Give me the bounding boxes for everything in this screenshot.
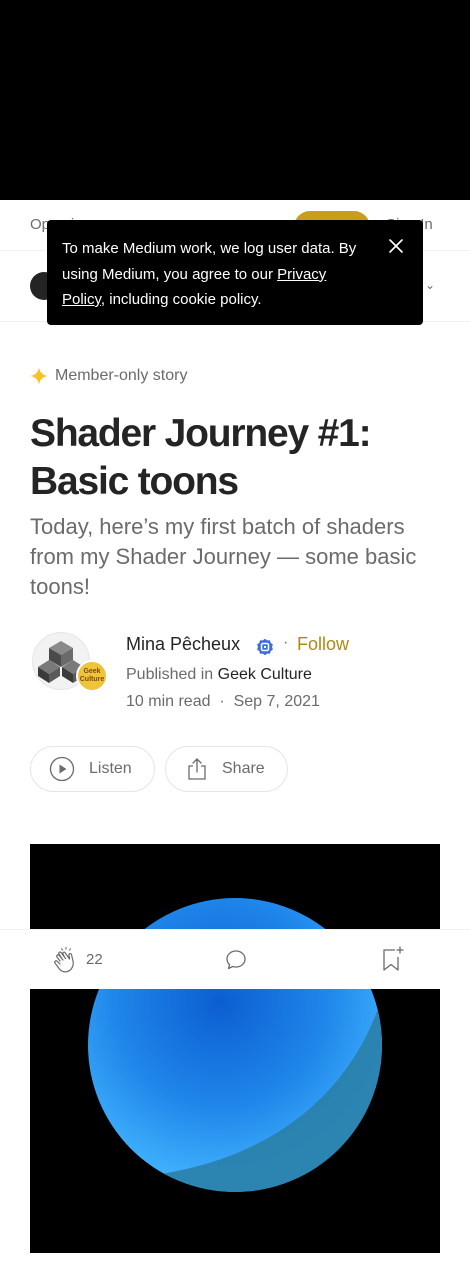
cookie-toast-text: To make Medium work, we log user data. B… bbox=[62, 240, 357, 308]
member-only-badge: Member-only story bbox=[30, 365, 187, 387]
clap-icon[interactable] bbox=[52, 947, 80, 975]
toon-sphere-image bbox=[88, 898, 382, 1192]
member-only-label: Member-only story bbox=[55, 367, 188, 384]
clap-count: 22 bbox=[86, 951, 103, 968]
article-title: Shader Journey #1: Basic toons bbox=[30, 412, 372, 503]
share-label: Share bbox=[222, 760, 265, 777]
article-meta: 10 min read · Sep 7, 2021 bbox=[126, 693, 320, 710]
verified-badge-icon bbox=[257, 638, 273, 656]
bottom-action-bar: 22 bbox=[0, 929, 470, 989]
author-block: Geek Culture Mina Pêcheux · Follow Publi… bbox=[30, 630, 450, 720]
comment-icon[interactable] bbox=[224, 948, 248, 972]
separator-dot: · bbox=[283, 634, 289, 651]
share-button[interactable]: Share bbox=[165, 746, 288, 792]
cookie-toast: To make Medium work, we log user data. B… bbox=[47, 220, 423, 325]
read-time: 10 min read bbox=[126, 693, 211, 710]
article-subtitle: Today, here’s my first batch of shaders … bbox=[30, 514, 417, 599]
publish-date: Sep 7, 2021 bbox=[233, 693, 320, 710]
publication-name-link[interactable]: Geek Culture bbox=[218, 666, 312, 683]
close-icon[interactable] bbox=[387, 237, 405, 255]
listen-label: Listen bbox=[89, 760, 132, 777]
share-icon bbox=[188, 758, 206, 780]
bookmark-add-icon[interactable] bbox=[380, 946, 404, 972]
published-in: Published in Geek Culture bbox=[126, 666, 312, 683]
follow-button[interactable]: Follow bbox=[297, 634, 349, 655]
play-icon bbox=[49, 756, 75, 782]
publication-badge[interactable]: Geek Culture bbox=[76, 660, 108, 692]
listen-button[interactable]: Listen bbox=[30, 746, 155, 792]
hero-image bbox=[30, 844, 440, 1253]
top-black-area bbox=[0, 0, 470, 200]
author-name[interactable]: Mina Pêcheux bbox=[126, 634, 240, 655]
sparkle-star-icon bbox=[30, 367, 48, 385]
chevron-down-icon[interactable]: ⌄ bbox=[425, 278, 435, 292]
